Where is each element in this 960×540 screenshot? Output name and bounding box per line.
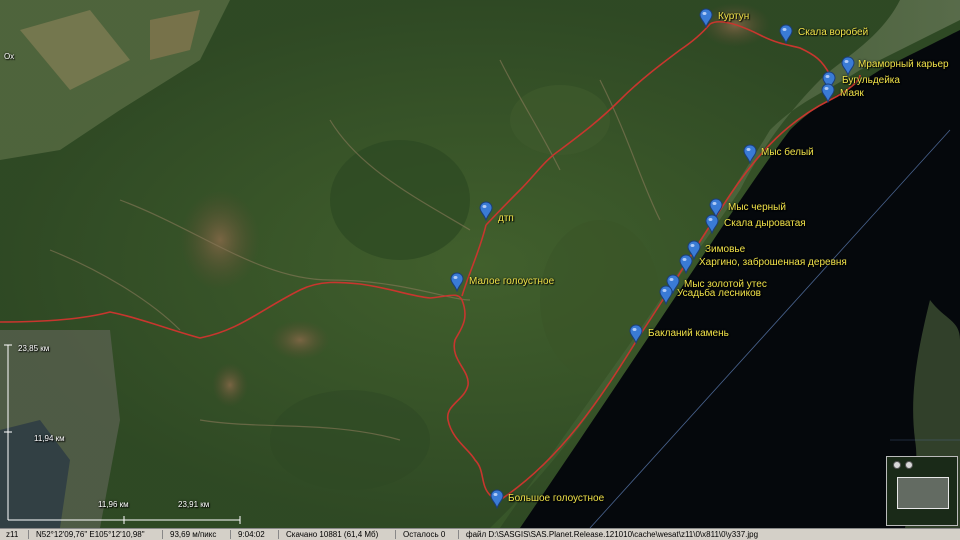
place-label-mramorny-karer[interactable]: Мраморный карьер <box>858 59 949 71</box>
minimap-zoom-in-icon[interactable] <box>893 461 901 469</box>
corner-label: Ох <box>4 52 15 61</box>
status-file: файл D:\SASGIS\SAS.Planet.Release.121010… <box>466 530 759 539</box>
scale-label-a: 23,85 км <box>18 344 50 353</box>
place-pin-icon[interactable] <box>699 8 713 29</box>
place-label-khargino[interactable]: Харгино, заброшенная деревня <box>699 257 847 269</box>
place-label-kurtun[interactable]: Куртун <box>718 11 749 23</box>
place-label-mys-bely[interactable]: Мыс белый <box>761 147 814 159</box>
place-label-mayak[interactable]: Маяк <box>840 88 864 100</box>
place-label-bolshoe[interactable]: Большое голоустное <box>508 493 604 505</box>
place-label-baklany[interactable]: Бакланий камень <box>648 328 729 340</box>
place-label-usadba[interactable]: Усадьба лесников <box>677 288 761 300</box>
place-pin-icon[interactable] <box>779 24 793 45</box>
status-downloaded: Скачано 10881 (61,4 Мб) <box>286 530 379 539</box>
minimap[interactable] <box>886 456 958 526</box>
scale-label-b: 11,94 км <box>34 434 65 443</box>
place-pin-icon[interactable] <box>705 214 719 235</box>
status-time: 9:04:02 <box>238 530 265 539</box>
status-bar: z11 N52°12'09,76" E105°12'10,98" 93,69 м… <box>0 528 960 540</box>
scale-label-c: 11,96 км <box>98 500 129 509</box>
place-label-dtp[interactable]: дтп <box>498 213 514 225</box>
place-pin-icon[interactable] <box>490 489 504 510</box>
place-label-skala-vorobey[interactable]: Скала воробей <box>798 27 868 39</box>
place-pin-icon[interactable] <box>479 201 493 222</box>
minimap-viewport[interactable] <box>897 477 949 509</box>
place-label-skala-dyrovataya[interactable]: Скала дыроватая <box>724 218 806 230</box>
status-coords: N52°12'09,76" E105°12'10,98" <box>36 530 145 539</box>
place-pin-icon[interactable] <box>659 285 673 306</box>
place-pin-icon[interactable] <box>450 272 464 293</box>
status-resolution: 93,69 м/пикс <box>170 530 217 539</box>
status-remaining: Осталось 0 <box>403 530 446 539</box>
place-pin-icon[interactable] <box>629 324 643 345</box>
place-pin-icon[interactable] <box>743 144 757 165</box>
scale-label-d: 23,91 км <box>178 500 210 509</box>
place-label-mys-cherny[interactable]: Мыс черный <box>728 202 786 214</box>
place-label-zimovye[interactable]: Зимовье <box>705 244 745 256</box>
place-pin-icon[interactable] <box>679 254 693 275</box>
place-label-butulaeyka[interactable]: Бугульдейка <box>842 75 900 87</box>
satellite-map[interactable]: Куртун Скала воробей Мраморный карьер Бугул… <box>0 0 960 528</box>
status-zoom: z11 <box>6 530 19 539</box>
place-pin-icon[interactable] <box>821 83 835 104</box>
place-pin-icon[interactable] <box>841 56 855 77</box>
minimap-zoom-out-icon[interactable] <box>905 461 913 469</box>
place-label-maloe-golоustnoe[interactable]: Малое голоустное <box>469 276 554 288</box>
